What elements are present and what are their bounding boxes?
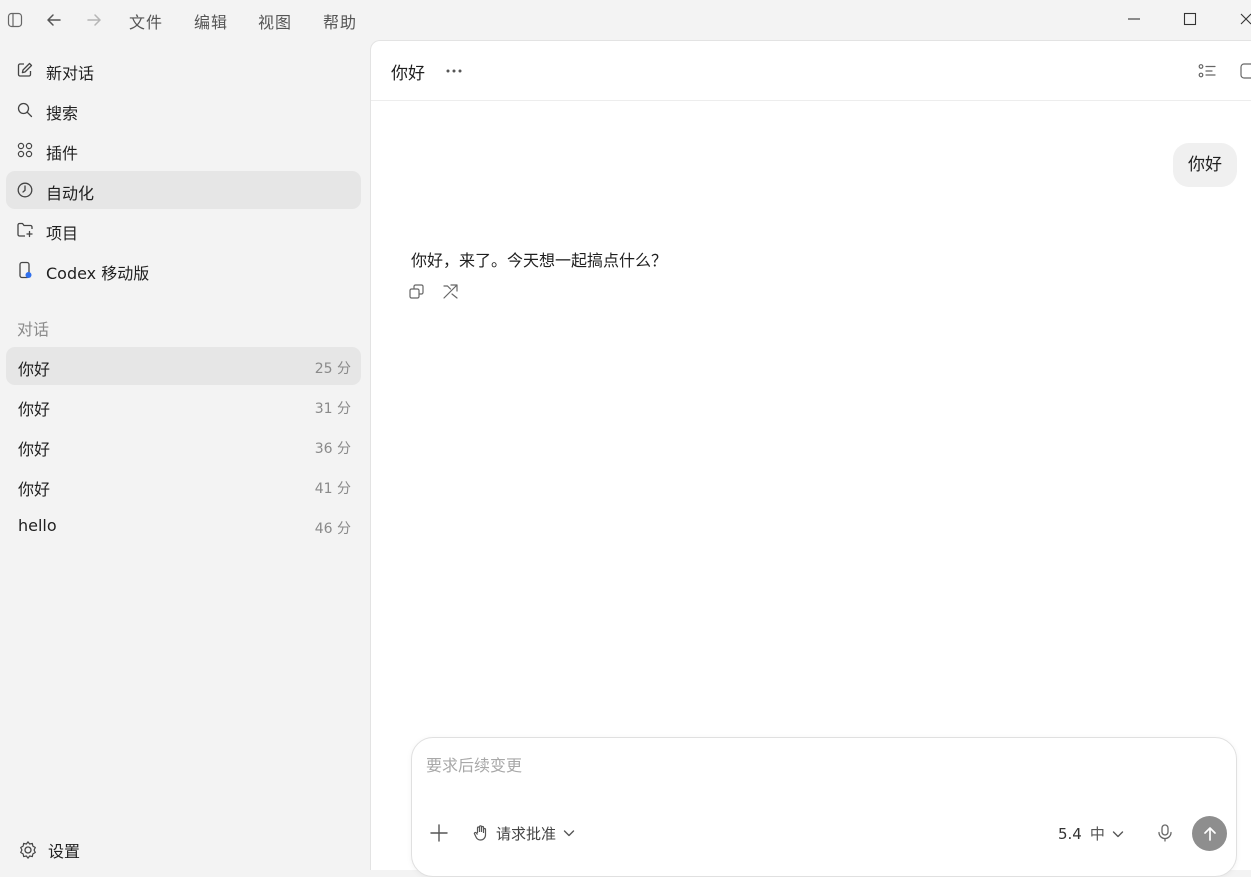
conversation-title: 你好 <box>18 400 51 419</box>
automation-button[interactable]: 自动化 <box>6 171 361 209</box>
conversation-title: 你好 <box>18 440 51 459</box>
panel-toggle-icon[interactable] <box>1239 61 1251 81</box>
assistant-message: 你好，来了。今天想一起搞点什么？ <box>411 251 668 270</box>
nav-label: Codex 移动版 <box>46 264 150 283</box>
nav-label: 插件 <box>46 144 79 163</box>
plugins-button[interactable]: 插件 <box>6 131 361 169</box>
reasoning-effort: 中 <box>1089 825 1105 843</box>
sidebar: 新对话 搜索 插件 自动化 项目 Codex 移动版 对话 你好 25 分 你好… <box>0 40 370 861</box>
more-options-icon[interactable] <box>443 61 465 81</box>
menu-edit[interactable]: 编辑 <box>194 9 228 33</box>
folder-add-icon <box>16 221 34 239</box>
nav-label: 新对话 <box>46 64 95 83</box>
hand-icon <box>472 824 490 842</box>
model-version: 5.4 <box>1058 824 1082 843</box>
forward-arrow-icon[interactable] <box>84 10 104 30</box>
fork-icon[interactable] <box>441 282 461 302</box>
settings-label: 设置 <box>48 842 81 861</box>
conversation-time: 36 分 <box>314 441 351 457</box>
menu-view[interactable]: 视图 <box>258 9 292 33</box>
projects-button[interactable]: 项目 <box>6 211 361 249</box>
microphone-icon[interactable] <box>1154 822 1176 844</box>
back-arrow-icon[interactable] <box>44 10 64 30</box>
close-icon[interactable] <box>1236 9 1251 29</box>
approval-mode-dropdown[interactable]: 请求批准 <box>472 822 576 844</box>
composer: 请求批准 5.4 中 <box>411 737 1237 877</box>
follow-up-input[interactable] <box>426 756 1206 775</box>
chat-panel: 你好 你好 你好，来了。今天想一起搞点什么？ 请求批准 <box>370 40 1251 877</box>
search-icon <box>16 101 34 119</box>
nav-label: 自动化 <box>46 184 95 203</box>
search-button[interactable]: 搜索 <box>6 91 361 129</box>
plugins-grid-icon <box>16 141 34 159</box>
user-message-bubble: 你好 <box>1173 143 1237 187</box>
conversations-section-title: 对话 <box>17 320 50 339</box>
chat-header: 你好 <box>371 41 1251 101</box>
minimize-icon[interactable] <box>1124 9 1144 29</box>
codex-mobile-button[interactable]: Codex 移动版 <box>6 251 361 289</box>
menu-file[interactable]: 文件 <box>129 9 163 33</box>
gear-icon <box>18 840 38 860</box>
task-list-icon[interactable] <box>1197 61 1217 81</box>
nav-label: 项目 <box>46 224 79 243</box>
conversation-time: 46 分 <box>314 521 351 537</box>
conversation-title: 你好 <box>18 360 51 379</box>
conversation-item[interactable]: hello 46 分 <box>6 507 361 545</box>
nav-label: 搜索 <box>46 104 79 123</box>
conversation-item[interactable]: 你好 41 分 <box>6 467 361 505</box>
send-button[interactable] <box>1192 816 1227 851</box>
conversation-time: 41 分 <box>314 481 351 497</box>
settings-button[interactable]: 设置 <box>18 838 80 862</box>
model-selector[interactable]: 5.4 中 <box>1058 823 1125 844</box>
new-chat-button[interactable]: 新对话 <box>6 51 361 89</box>
conversation-item[interactable]: 你好 31 分 <box>6 387 361 425</box>
chat-title: 你好 <box>391 64 425 84</box>
menu-help[interactable]: 帮助 <box>323 9 357 33</box>
conversation-time: 31 分 <box>314 401 351 417</box>
conversation-time: 25 分 <box>314 361 351 377</box>
sidebar-toggle-icon[interactable] <box>5 10 25 30</box>
mobile-phone-icon <box>16 261 34 279</box>
edit-icon <box>16 61 34 79</box>
conversation-item[interactable]: 你好 36 分 <box>6 427 361 465</box>
conversation-title: hello <box>18 516 57 535</box>
conversation-title: 你好 <box>18 480 51 499</box>
arrow-up-icon <box>1201 825 1219 843</box>
chevron-down-icon <box>1111 827 1125 841</box>
clock-icon <box>16 181 34 199</box>
maximize-icon[interactable] <box>1180 9 1200 29</box>
approval-mode-label: 请求批准 <box>496 824 557 843</box>
chevron-down-icon <box>562 826 576 840</box>
title-bar: 文件 编辑 视图 帮助 <box>0 0 1251 40</box>
conversation-item[interactable]: 你好 25 分 <box>6 347 361 385</box>
copy-icon[interactable] <box>407 282 427 302</box>
plus-icon[interactable] <box>428 822 450 844</box>
